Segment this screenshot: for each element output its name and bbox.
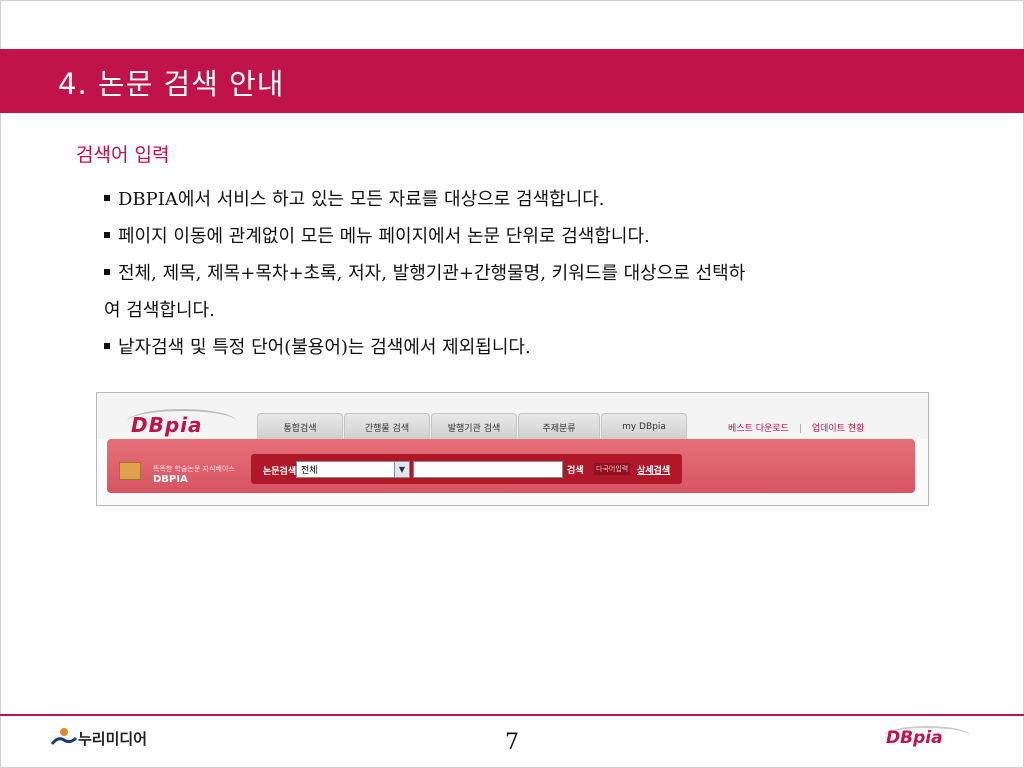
- bullet-marker: [104, 195, 110, 201]
- bullet-marker: [104, 343, 110, 349]
- select-value: 전체: [301, 466, 318, 476]
- tab-label: 발행기관 검색: [447, 423, 501, 434]
- title-bar: 4. 논문 검색 안내: [0, 49, 1024, 113]
- slide-body: 검색어 입력 DBPIA에서 서비스 하고 있는 모든 자료를 대상으로 검색합…: [76, 140, 996, 366]
- bullet-marker: [104, 232, 110, 238]
- bullet-text: 여 검색합니다.: [104, 300, 215, 321]
- best-download-link[interactable]: 베스트 다운로드: [728, 424, 789, 434]
- bullet-text: 낱자검색 및 특정 단어(불용어)는 검색에서 제외됩니다.: [118, 337, 531, 358]
- bullet-text: DBPIA에서 서비스 하고 있는 모든 자료를 대상으로 검색합니다.: [118, 189, 605, 210]
- tab-label: my DBpia: [622, 422, 666, 432]
- subheading: 검색어 입력: [76, 144, 170, 166]
- search-input[interactable]: [413, 461, 563, 478]
- bullet-text: 전체, 제목, 제목+목차+초록, 저자, 발행기관+간행물명, 키워드를 대상…: [118, 263, 746, 284]
- dbpia-search-screenshot: DBpia 통합검색 간행물 검색 발행기관 검색 주제분류 my DBpia …: [96, 392, 929, 506]
- bullet-marker: [104, 269, 110, 275]
- bullet-item: 전체, 제목, 제목+목차+초록, 저자, 발행기관+간행물명, 키워드를 대상…: [104, 255, 996, 292]
- search-scope-select[interactable]: 전체 ▼: [296, 461, 410, 478]
- book-icon: [119, 462, 141, 480]
- slide-title: 4. 논문 검색 안내: [58, 67, 285, 101]
- chevron-down-icon[interactable]: ▼: [394, 462, 409, 477]
- multilingual-input-button[interactable]: 다국어입력: [594, 463, 631, 475]
- tab-integrated-search[interactable]: 통합검색: [257, 413, 343, 440]
- link-divider: |: [798, 424, 802, 434]
- advanced-search-link[interactable]: 상세검색: [637, 463, 670, 476]
- header-links: 베스트 다운로드 | 업데이트 현황: [728, 421, 864, 434]
- tab-journal-search[interactable]: 간행물 검색: [344, 413, 430, 440]
- search-button[interactable]: 검색: [567, 463, 584, 476]
- tab-label: 주제분류: [542, 423, 576, 434]
- bullet-text: 페이지 이동에 관계없이 모든 메뉴 페이지에서 논문 단위로 검색합니다.: [118, 226, 650, 247]
- footer-divider: [0, 714, 1024, 716]
- tagline: 똑똑한 학술논문 지식베이스: [153, 465, 235, 473]
- bullet-item: 페이지 이동에 관계없이 모든 메뉴 페이지에서 논문 단위로 검색합니다.: [104, 218, 996, 255]
- bullet-continuation: 여 검색합니다.: [104, 292, 996, 329]
- tab-label: 통합검색: [283, 423, 317, 434]
- tab-label: 간행물 검색: [364, 423, 410, 434]
- tab-subject[interactable]: 주제분류: [518, 413, 600, 440]
- bullet-item: DBPIA에서 서비스 하고 있는 모든 자료를 대상으로 검색합니다.: [104, 181, 996, 218]
- brand-label: DBPIA: [153, 474, 188, 485]
- page-number: 7: [505, 730, 519, 755]
- footer-dbpia-logo: DBpia: [886, 728, 943, 748]
- bullet-item: 낱자검색 및 특정 단어(불용어)는 검색에서 제외됩니다.: [104, 329, 996, 366]
- dbpia-logo[interactable]: DBpia: [131, 413, 203, 437]
- slide-frame: [0, 0, 1024, 768]
- tab-publisher-search[interactable]: 발행기관 검색: [431, 413, 517, 440]
- update-status-link[interactable]: 업데이트 현황: [812, 424, 865, 434]
- tab-my-dbpia[interactable]: my DBpia: [601, 413, 687, 440]
- search-label: 논문검색: [263, 467, 297, 477]
